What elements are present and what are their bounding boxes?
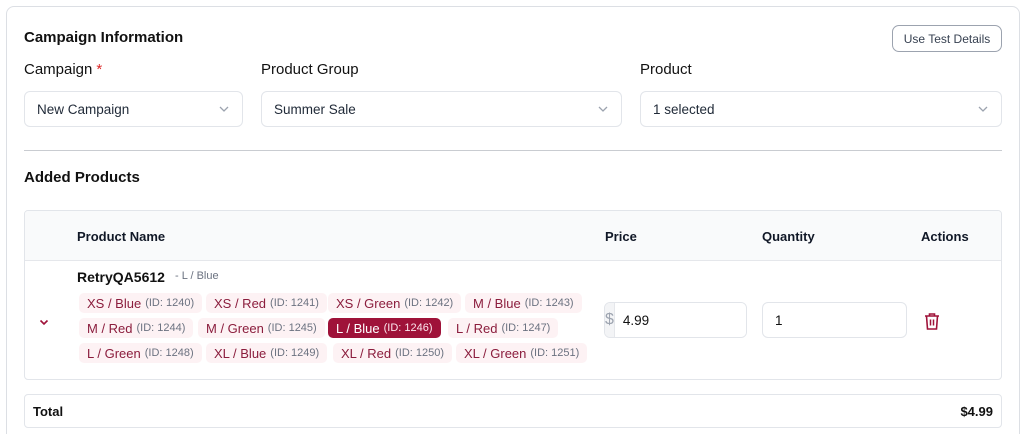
column-header-actions: Actions: [921, 229, 969, 244]
variant-chip[interactable]: M / Green (ID: 1245): [198, 318, 325, 338]
variant-chip-label: XL / Blue: [214, 345, 267, 361]
added-products-table: Product Name Price Quantity Actions Retr…: [24, 210, 1002, 380]
variant-chip-id: (ID: 1240): [145, 297, 195, 309]
table-header: Product Name Price Quantity Actions: [25, 211, 1001, 261]
variant-chip-id: (ID: 1247): [501, 322, 551, 334]
variant-chip-label: M / Blue: [473, 295, 521, 311]
total-row: Total $4.99: [24, 394, 1002, 428]
product-variant: - L / Blue: [175, 270, 219, 282]
variant-chip[interactable]: M / Blue (ID: 1243): [465, 293, 582, 313]
variant-chip-id: (ID: 1246): [383, 322, 433, 334]
variant-chip-label: L / Green: [87, 345, 141, 361]
variant-chip-id: (ID: 1244): [136, 322, 186, 334]
required-mark: *: [96, 61, 103, 78]
product-label: Product: [640, 61, 692, 78]
variant-chip-id: (ID: 1248): [144, 347, 194, 359]
variant-chip[interactable]: XS / Red (ID: 1241): [206, 293, 327, 313]
variant-chip-label: L / Blue: [336, 320, 380, 336]
variant-chip-label: XS / Green: [336, 295, 401, 311]
column-header-price: Price: [605, 229, 637, 244]
product-name: RetryQA5612: [77, 269, 165, 285]
campaign-label: Campaign *: [24, 61, 103, 78]
variant-chip-id: (ID: 1251): [530, 347, 580, 359]
total-label: Total: [33, 403, 64, 419]
variant-chip-label: XL / Green: [464, 345, 527, 361]
variant-chip[interactable]: L / Green (ID: 1248): [79, 343, 202, 363]
product-group-select[interactable]: Summer Sale: [261, 91, 622, 127]
variant-chip-label: XS / Red: [214, 295, 267, 311]
variant-chip-label: M / Green: [206, 320, 264, 336]
product-select[interactable]: 1 selected: [640, 91, 1002, 127]
divider: [24, 150, 1002, 151]
price-input[interactable]: [614, 303, 746, 337]
variant-chip-id: (ID: 1243): [524, 297, 574, 309]
expand-row-chevron-icon[interactable]: [37, 315, 51, 329]
variant-chip[interactable]: XL / Green (ID: 1251): [456, 343, 588, 363]
price-field: $: [604, 302, 747, 338]
variant-chip-label: M / Red: [87, 320, 133, 336]
dollar-icon: $: [605, 303, 615, 337]
chevron-down-icon: [218, 103, 230, 115]
variant-chip[interactable]: M / Red (ID: 1244): [79, 318, 194, 338]
variant-chip[interactable]: XL / Blue (ID: 1249): [206, 343, 328, 363]
variant-chip-id: (ID: 1241): [270, 297, 319, 309]
variant-chip-id: (ID: 1250): [395, 347, 445, 359]
product-group-select-value: Summer Sale: [274, 101, 356, 117]
variant-chip[interactable]: XS / Blue (ID: 1240): [79, 293, 203, 313]
variant-chip-id: (ID: 1242): [404, 297, 454, 309]
campaign-select-value: New Campaign: [37, 101, 130, 117]
column-header-quantity: Quantity: [762, 229, 815, 244]
variant-chip-label: XS / Blue: [87, 295, 142, 311]
variant-chip[interactable]: L / Red (ID: 1247): [448, 318, 559, 338]
campaign-select[interactable]: New Campaign: [24, 91, 243, 127]
quantity-input[interactable]: [762, 302, 907, 338]
variant-chip-id: (ID: 1245): [267, 322, 317, 334]
total-value: $4.99: [960, 403, 993, 419]
variant-chip[interactable]: L / Blue (ID: 1246): [328, 318, 441, 338]
variant-chip-label: L / Red: [456, 320, 498, 336]
added-products-title: Added Products: [24, 169, 140, 186]
column-header-product-name: Product Name: [77, 229, 166, 244]
variant-chip-label: XL / Red: [341, 345, 392, 361]
use-test-details-button[interactable]: Use Test Details: [892, 25, 1002, 52]
trash-icon[interactable]: [923, 311, 941, 331]
chevron-down-icon: [977, 103, 989, 115]
variant-chip[interactable]: XL / Red (ID: 1250): [333, 343, 453, 363]
variant-chip-id: (ID: 1249): [270, 347, 320, 359]
section-title: Campaign Information: [24, 29, 184, 46]
product-select-value: 1 selected: [653, 101, 715, 117]
product-group-label: Product Group: [261, 61, 359, 78]
chevron-down-icon: [597, 103, 609, 115]
variant-chip[interactable]: XS / Green (ID: 1242): [328, 293, 462, 313]
